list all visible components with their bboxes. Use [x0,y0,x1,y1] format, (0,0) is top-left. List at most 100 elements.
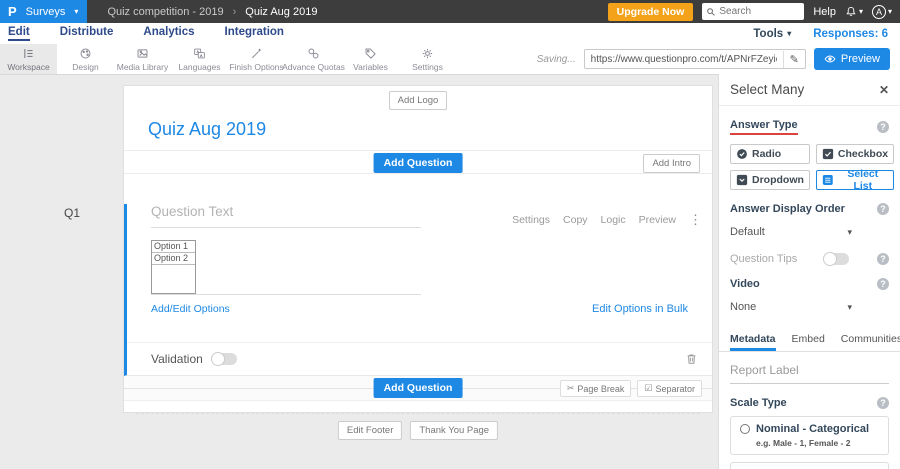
tag-icon [364,47,377,60]
dropdown-label: Dropdown [752,174,804,186]
survey-title[interactable]: Quiz Aug 2019 [148,119,712,140]
tools-menu[interactable]: Tools ▾ [753,28,791,40]
help-icon[interactable]: ? [877,203,889,215]
question-settings-link[interactable]: Settings [512,214,550,226]
responses-count[interactable]: Responses: 6 [813,28,888,40]
thank-you-page-button[interactable]: Thank You Page [410,421,499,440]
answer-type-label: Answer Type [730,119,798,135]
avatar[interactable]: A [871,4,886,19]
question-logic-link[interactable]: Logic [601,214,626,226]
list-option[interactable]: Option 2 [152,252,195,265]
edit-options-in-bulk-link[interactable]: Edit Options in Bulk [592,303,688,315]
divider [719,105,900,106]
tab-embed[interactable]: Embed [792,326,825,351]
question-copy-link[interactable]: Copy [563,214,588,226]
validation-label: Validation [151,352,203,366]
select-list-preview[interactable]: Option 1 Option 2 [151,240,196,294]
account-menu[interactable]: A ▾ [871,4,892,19]
scale-type-row: Scale Type ? [730,397,889,409]
answer-type-checkbox-button[interactable]: Checkbox [815,144,895,164]
scale-option-head: Nominal - Categorical [740,423,879,435]
add-intro-button[interactable]: Add Intro [643,154,700,173]
nav-item-edit[interactable]: Edit [8,26,30,41]
survey-url-input[interactable] [584,53,783,65]
question-text-field[interactable]: Question Text [151,204,421,228]
chevron-down-icon: ▾ [847,226,852,237]
checkbox-label: Checkbox [837,148,889,160]
chevron-down-icon: ▾ [787,28,792,38]
toolbar-item-media-library[interactable]: Media Library [114,44,171,74]
panel-header: Select Many ✕ [730,74,889,97]
close-icon[interactable]: ✕ [879,83,889,97]
answer-type-row: Answer Type ? [730,119,889,135]
add-edit-options-link[interactable]: Add/Edit Options [151,303,230,315]
nav-item-distribute[interactable]: Distribute [60,26,114,41]
toolbar-label: Languages [178,61,221,72]
answer-type-select-list-button[interactable]: Select List [815,168,895,192]
brand-area[interactable]: P Surveys ▾ [0,0,88,23]
options-links-row: Add/Edit Options Edit Options in Bulk [151,303,688,315]
validation-toggle[interactable] [210,352,237,366]
breadcrumb-parent[interactable]: Quiz competition - 2019 [107,6,223,18]
toggle-knob [823,252,838,266]
edit-url-pencil-icon[interactable]: ✎ [782,50,805,68]
breadcrumb-separator: › [232,5,237,18]
answer-display-order-label: Answer Display Order [730,203,845,215]
workspace-icon [22,47,35,60]
add-question-button-bottom[interactable]: Add Question [373,378,463,398]
toolbar-item-settings[interactable]: Settings [399,44,456,74]
question-tips-toggle[interactable] [823,252,850,266]
add-logo-button[interactable]: Add Logo [388,91,448,110]
separator-button[interactable]: ☑ Separator [637,380,702,397]
edit-footer-button[interactable]: Edit Footer [337,421,403,440]
help-icon[interactable]: ? [877,397,889,409]
page-break-button[interactable]: ✂ Page Break [559,380,632,397]
report-label-input[interactable] [730,352,889,384]
answer-type-dropdown-button[interactable]: Dropdown [730,170,810,190]
toolbar-item-variables[interactable]: Variables [342,44,399,74]
scale-option-nominal-categorical[interactable]: Nominal - Categorical e.g. Male - 1, Fem… [730,416,889,455]
tab-communities[interactable]: Communities [841,326,900,351]
bell-icon [845,5,857,18]
image-icon [136,47,149,60]
nav-item-analytics[interactable]: Analytics [143,26,194,41]
toolbar-item-workspace[interactable]: Workspace [0,44,57,74]
gear-icon [421,47,434,60]
toolbar-item-finish-options[interactable]: Finish Options [228,44,285,74]
question-card[interactable]: Settings Copy Logic Preview ⋮ Question T… [124,204,712,376]
preview-label: Preview [840,53,880,65]
question-preview-link[interactable]: Preview [639,214,676,226]
display-order-select[interactable]: Default ▾ [730,226,852,238]
toolbar-item-design[interactable]: Design [57,44,114,74]
scale-option-nominal-numeric[interactable]: Nominal - Numeric e.g. Number of cars (1… [730,462,889,469]
nav-item-integration[interactable]: Integration [225,26,284,41]
select-list-label: Select List [847,168,879,192]
question-settings-panel: Select Many ✕ Answer Type ? Radio Checkb… [718,74,900,469]
answer-type-radio-button[interactable]: Radio [730,144,810,164]
search-input[interactable] [719,6,802,17]
panel-title: Select Many [730,82,805,97]
radio-icon[interactable] [740,424,750,434]
toolbar-item-advance-quotas[interactable]: Advance Quotas [282,44,345,74]
tab-metadata[interactable]: Metadata [730,326,776,351]
delete-question-trash-icon[interactable] [685,352,698,366]
add-question-button-top[interactable]: Add Question [373,153,463,173]
more-options-icon[interactable]: ⋮ [689,212,702,228]
upgrade-now-button[interactable]: Upgrade Now [607,2,694,21]
video-row: Video ? [730,278,889,290]
toolbar-item-languages[interactable]: Languages [171,44,228,74]
search-box[interactable] [702,3,805,20]
surveys-menu[interactable]: Surveys [26,6,66,18]
survey-url-box: ✎ [583,49,806,69]
notifications-button[interactable]: ▾ [845,5,863,18]
video-select[interactable]: None ▾ [730,301,852,313]
builder-toolbar: Workspace Design Media Library Languages… [0,44,900,75]
help-icon[interactable]: ? [877,278,889,290]
questionpro-logo[interactable]: P [8,4,17,19]
survey-canvas: Add Logo Quiz Aug 2019 Add Question Add … [123,85,713,440]
help-icon[interactable]: ? [877,121,889,133]
help-link[interactable]: Help [813,6,836,18]
preview-button[interactable]: Preview [813,48,890,70]
help-icon[interactable]: ? [877,253,889,265]
editor-area: Q1 Add Logo Quiz Aug 2019 Add Question A… [0,75,718,469]
